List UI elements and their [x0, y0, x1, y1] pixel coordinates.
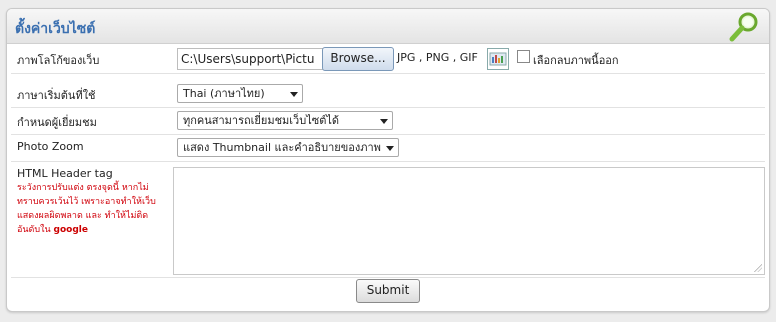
magnifier-icon — [729, 12, 758, 42]
language-label: ภาษาเริ่มต้นที่ใช้ — [17, 89, 96, 102]
header-tag-textarea[interactable] — [173, 167, 765, 275]
language-row: ภาษาเริ่มต้นที่ใช้ Thai (ภาษาไทย) — [11, 80, 765, 108]
chevron-down-icon — [290, 92, 298, 97]
logo-row: ภาพโลโก้ของเว็บ C:\Users\support\Pictu B… — [11, 43, 765, 74]
browse-button[interactable]: Browse... — [322, 47, 394, 71]
panel-header: ตั้งค่าเว็บไซต์ — [7, 9, 769, 44]
visitor-select[interactable]: ทุกคนสามารถเยี่ยมชมเว็บไซต์ได้ — [177, 111, 393, 130]
remove-logo-label: เลือกลบภาพนี้ออก — [533, 54, 619, 67]
zoom-select-value: แสดง Thumbnail และคำอธิบายของภาพ — [183, 141, 381, 154]
panel-title: ตั้งค่าเว็บไซต์ — [15, 21, 96, 37]
allowed-formats: JPG , PNG , GIF — [397, 51, 478, 64]
zoom-select[interactable]: แสดง Thumbnail และคำอธิบายของภาพ — [177, 138, 399, 157]
remove-logo-checkbox[interactable] — [517, 50, 530, 63]
settings-panel: ตั้งค่าเว็บไซต์ ภาพโลโก้ของเว็บ C:\Users… — [6, 8, 770, 312]
zoom-row: Photo Zoom แสดง Thumbnail และคำอธิบายของ… — [11, 134, 765, 162]
visitor-select-value: ทุกคนสามารถเยี่ยมชมเว็บไซต์ได้ — [183, 114, 340, 127]
image-thumbnail-icon[interactable] — [487, 48, 509, 70]
language-select[interactable]: Thai (ภาษาไทย) — [177, 84, 303, 103]
zoom-label: Photo Zoom — [17, 140, 84, 153]
language-select-value: Thai (ภาษาไทย) — [183, 87, 265, 100]
submit-button[interactable]: Submit — [356, 279, 420, 303]
resize-grip-icon[interactable] — [754, 264, 762, 272]
logo-label: ภาพโลโก้ของเว็บ — [17, 54, 100, 67]
warning-google: google — [53, 225, 88, 235]
logo-file-input[interactable]: C:\Users\support\Pictu — [177, 48, 326, 70]
visitor-label: กำหนดผู้เยี่ยมชม — [17, 116, 97, 129]
header-tag-warning: ระวังการปรับแต่ง ตรงจุดนี้ หากไม่ทราบควร… — [17, 181, 169, 237]
visitor-row: กำหนดผู้เยี่ยมชม ทุกคนสามารถเยี่ยมชมเว็บ… — [11, 107, 765, 135]
chevron-down-icon — [380, 119, 388, 124]
chevron-down-icon — [386, 146, 394, 151]
header-tag-label: HTML Header tag — [17, 167, 113, 180]
